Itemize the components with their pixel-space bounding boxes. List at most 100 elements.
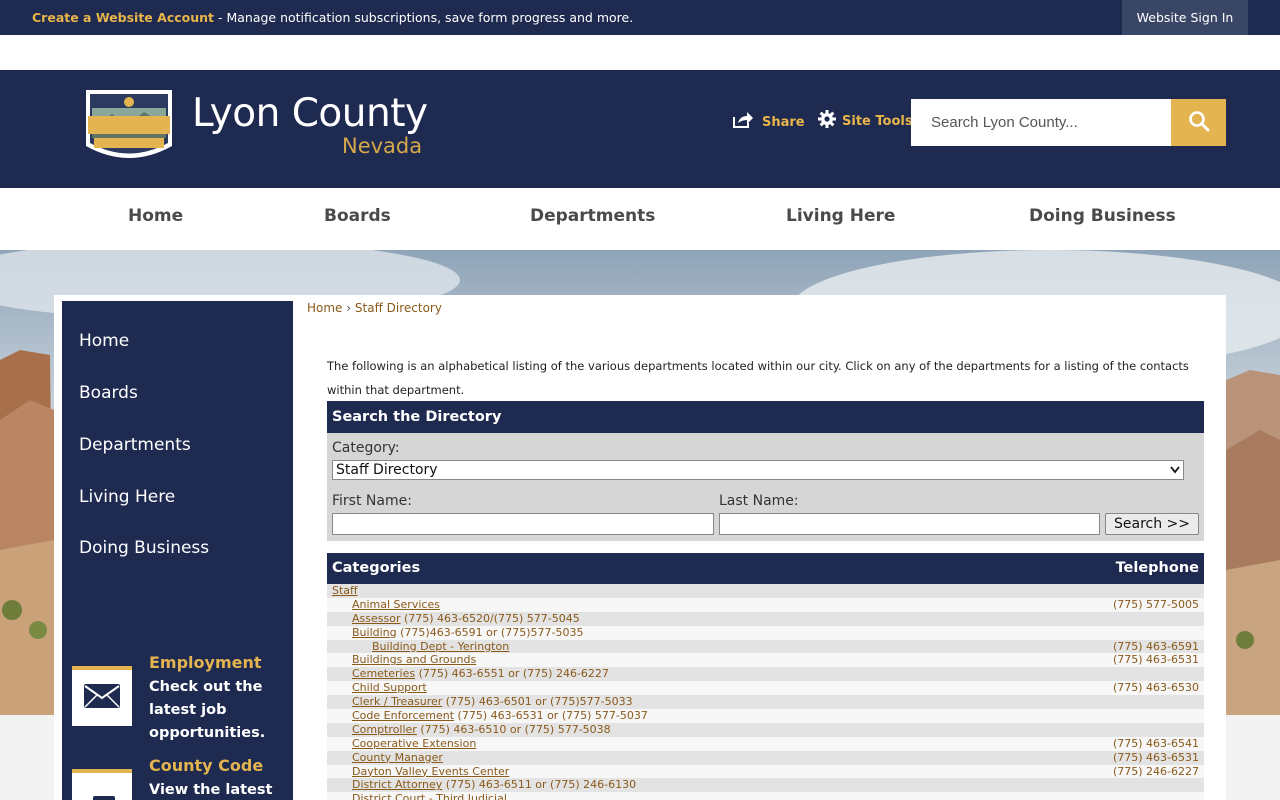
sidebar-item-doing-business[interactable]: Doing Business [79,538,209,558]
nav-home[interactable]: Home [128,188,183,250]
nav-living-here[interactable]: Living Here [786,188,895,250]
category-link[interactable]: Building [352,626,397,639]
first-name-input[interactable] [332,513,714,535]
breadcrumb-home[interactable]: Home [307,301,342,315]
sign-in-button[interactable]: Website Sign In [1122,0,1248,35]
category-link[interactable]: Animal Services [352,598,440,611]
category-link[interactable]: Cooperative Extension [352,737,476,750]
employment-promo-text: Check out the latest job opportunities. [149,679,266,741]
directory-search-button[interactable]: Search >> [1105,513,1199,535]
intro-text: The following is an alphabetical listing… [327,359,1189,397]
table-row: County Manager (775) 463-6531 [327,750,1204,765]
sidebar-item-living-here[interactable]: Living Here [79,487,175,507]
nav-boards[interactable]: Boards [324,188,391,250]
category-link[interactable]: Building Dept - Yerington [372,640,509,653]
book-icon [87,784,117,800]
county-code-promo-title[interactable]: County Code [149,756,263,775]
create-account-link[interactable]: Create a Website Account [32,10,214,25]
category-link[interactable]: Comptroller [352,723,417,736]
categories-table: Categories Telephone Staff Animal Service… [327,553,1204,800]
category-select-value: Staff Directory [336,462,438,478]
category-telephone: (775) 463-6541 [1112,736,1199,750]
main-navigation: Home Boards Departments Living Here Doin… [0,188,1280,250]
table-row: Assessor (775) 463-6520/(775) 577-5045 [327,611,1204,626]
telephone-column-header: Telephone [1115,560,1199,576]
table-row: Code Enforcement (775) 463-6531 or (775)… [327,709,1204,723]
categories-table-header: Categories Telephone [327,553,1204,584]
sidebar-item-boards[interactable]: Boards [79,383,138,403]
account-message-text: - Manage notification subscriptions, sav… [214,10,634,25]
employment-promo-title[interactable]: Employment [149,653,262,672]
category-link[interactable]: Cemeteries [352,667,415,680]
category-phone-inline: (775) 463-6501 or (775)577-5033 [442,695,633,709]
sidebar-item-home[interactable]: Home [79,331,129,351]
category-telephone: (775) 463-6531 [1112,653,1199,667]
category-link[interactable]: Child Support [352,681,427,694]
category-link[interactable]: Code Enforcement [352,709,454,722]
category-link[interactable]: District Court - Third Judicial [352,792,507,800]
breadcrumb-separator: › [346,301,352,315]
site-tools-button[interactable]: Site Tools [818,110,913,132]
county-code-promo-text: View the latest [149,782,273,798]
county-seal-logo[interactable] [82,86,176,168]
table-row: Cemeteries (775) 463-6551 or (775) 246-6… [327,667,1204,682]
first-name-label: First Name: [332,493,412,509]
chevron-down-icon [1170,462,1180,478]
category-telephone: (775) 463-6591 [1112,639,1199,653]
employment-promo-icon[interactable] [72,666,132,726]
table-row: District Attorney (775) 463-6511 or (775… [327,778,1204,793]
breadcrumb: Home › Staff Directory [307,301,442,315]
top-bar: Create a Website Account - Manage notifi… [0,0,1280,35]
category-phone-inline: (775) 463-6551 or (775) 246-6227 [415,667,609,681]
category-link[interactable]: District Attorney [352,778,442,791]
category-link[interactable]: County Manager [352,751,443,764]
category-link[interactable]: Staff [332,584,358,597]
site-search-input[interactable] [911,99,1171,146]
site-tools-label: Site Tools [842,113,913,129]
table-row: Cooperative Extension (775) 463-6541 [327,736,1204,751]
category-link[interactable]: Buildings and Grounds [352,653,476,666]
category-link[interactable]: Assessor [352,612,400,625]
table-row: Dayton Valley Events Center (775) 246-622… [327,764,1204,779]
site-name[interactable]: Lyon County [192,91,428,136]
envelope-icon [83,683,121,713]
category-phone-inline: (775) 463-6511 or (775) 246-6130 [442,778,637,792]
last-name-input[interactable] [719,513,1100,535]
table-row: Buildings and Grounds (775) 463-6531 [327,653,1204,668]
table-row: Building (775)463-6591 or (775)577-5035 [327,625,1204,640]
site-search-button[interactable] [1171,99,1226,146]
category-telephone: (775) 463-6530 [1112,681,1199,695]
gear-icon [818,110,836,132]
category-link[interactable]: Clerk / Treasurer [352,695,442,708]
share-icon [732,111,754,133]
sidebar-item-departments[interactable]: Departments [79,435,191,455]
last-name-label: Last Name: [719,493,799,509]
category-phone-inline: (775) 463-6520/(775) 577-5045 [400,611,580,625]
category-phone-inline: (775) 463-6510 or (775) 577-5038 [416,722,611,736]
nav-doing-business[interactable]: Doing Business [1029,188,1176,250]
site-state: Nevada [342,134,423,158]
table-row: Clerk / Treasurer (775) 463-6501 or (775… [327,695,1204,710]
table-row: Animal Services (775) 577-5005 [327,597,1204,612]
category-telephone: (775) 577-5005 [1112,597,1199,611]
category-telephone: (775) 246-6227 [1112,764,1199,778]
share-label: Share [762,114,805,130]
account-message: Create a Website Account - Manage notifi… [32,10,633,25]
category-phone-inline: (775)463-6591 or (775)577-5035 [396,625,584,639]
directory-search-panel: Search the Directory Category: Staff Dir… [327,401,1204,541]
category-label: Category: [332,440,400,456]
county-code-promo-icon[interactable] [72,769,132,800]
category-link[interactable]: Dayton Valley Events Center [352,765,509,778]
categories-rows: Staff Animal Services (775) 577-5005 Assess… [327,584,1204,800]
table-row: Comptroller (775) 463-6510 or (775) 577-… [327,722,1204,737]
sidebar: Home Boards Departments Living Here Doin… [62,301,293,800]
category-phone-inline: (775) 463-6531 or (775) 577-5037 [454,709,648,723]
category-select[interactable]: Staff Directory [332,460,1184,480]
breadcrumb-current[interactable]: Staff Directory [355,301,442,315]
share-button[interactable]: Share [732,111,805,133]
nav-departments[interactable]: Departments [530,188,655,250]
categories-column-header: Categories [332,560,421,576]
directory-search-header: Search the Directory [327,401,1204,433]
table-row: Building Dept - Yerington (775) 463-6591 [327,639,1204,654]
header-spacer [0,35,1280,70]
